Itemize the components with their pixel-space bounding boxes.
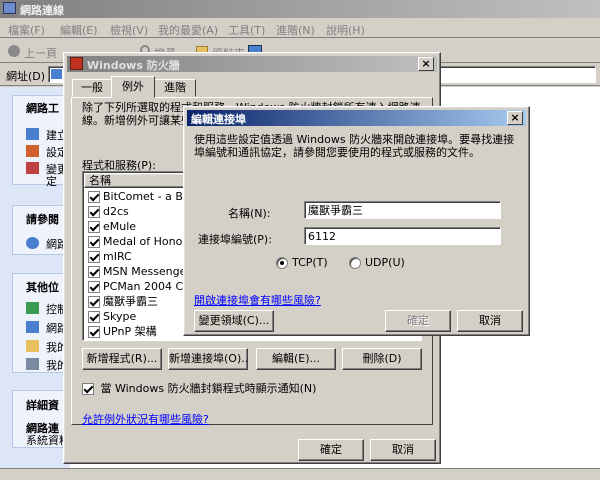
edit-port-dialog: 編輯連接埠 × 使用這些設定值透過 Windows 防火牆來開啟連接埠。要尋找連… [183, 106, 530, 336]
see-also-title: 請參閱 [26, 213, 59, 226]
tab-advanced[interactable]: 進階 [154, 79, 196, 97]
tab-advanced-label: 進階 [164, 81, 186, 94]
network-tasks-title: 網路工 [26, 102, 59, 115]
port-input[interactable]: 6112 [304, 227, 501, 245]
program-name: 魔獸爭霸三 [103, 295, 158, 308]
create-connection-icon[interactable] [26, 128, 39, 140]
status-bar [0, 468, 600, 480]
program-checkbox[interactable] [88, 236, 100, 248]
menu-favorites[interactable]: 我的最愛(A) [158, 22, 218, 38]
change-scope-button[interactable]: 變更領域(C)... [194, 310, 274, 332]
notify-label: 當 Windows 防火牆封鎖程式時顯示通知(N) [100, 382, 317, 395]
address-label: 網址(D) [6, 70, 46, 83]
my-documents-icon[interactable] [26, 340, 39, 352]
edit-port-cancel-button[interactable]: 取消 [457, 310, 523, 332]
program-name: mIRC [103, 250, 132, 263]
edit-port-ok-button[interactable]: 確定 [385, 310, 451, 332]
edit-port-titlebar: 編輯連接埠 [187, 110, 526, 126]
edit-port-cancel-label: 取消 [479, 314, 501, 327]
explorer-titlebar: 網路連線 [0, 0, 600, 18]
menu-file[interactable]: 檔案(F) [8, 22, 45, 38]
network-places-icon[interactable] [26, 321, 39, 333]
program-name: UPnP 架構 [103, 325, 157, 338]
control-panel-icon[interactable] [26, 302, 39, 314]
details-title: 詳細資 [26, 399, 59, 412]
network-troubleshoot-icon[interactable] [26, 237, 39, 249]
edit-label: 編輯(E)... [271, 352, 321, 365]
tab-general-label: 一般 [81, 81, 103, 94]
tab-exceptions[interactable]: 例外 [111, 76, 155, 98]
explorer-title: 網路連線 [20, 4, 64, 17]
other-places-title: 其他位 [26, 281, 59, 294]
setup-icon[interactable] [26, 145, 39, 157]
window-icon [3, 2, 16, 14]
udp-label[interactable]: UDP(U) [365, 256, 405, 269]
menu-advanced[interactable]: 進階(N) [276, 22, 315, 38]
program-checkbox[interactable] [88, 266, 100, 278]
add-program-button[interactable]: 新增程式(R)... [82, 348, 162, 370]
program-checkbox[interactable] [88, 326, 100, 338]
menu-tools[interactable]: 工具(T) [228, 22, 265, 38]
program-checkbox[interactable] [88, 311, 100, 323]
name-input[interactable]: 魔獸爭霸三 [304, 201, 501, 219]
firewall-ok-label: 確定 [320, 443, 342, 456]
change-scope-label: 變更領域(C)... [198, 314, 270, 327]
tcp-label[interactable]: TCP(T) [292, 256, 328, 269]
firewall-title: Windows 防火牆 [87, 59, 180, 72]
program-checkbox[interactable] [88, 296, 100, 308]
add-port-label: 新增連接埠(O)... [169, 352, 248, 365]
explorer-menubar: 檔案(F) 編輯(E) 檢視(V) 我的最愛(A) 工具(T) 進階(N) 說明… [0, 18, 600, 38]
udp-radio[interactable] [349, 257, 361, 269]
firewall-cancel-label: 取消 [392, 443, 414, 456]
edit-port-description: 使用這些設定值透過 Windows 防火牆來開啟連接埠。要尋找連接埠編號和通訊協… [194, 133, 515, 159]
program-checkbox[interactable] [88, 206, 100, 218]
tab-exceptions-label: 例外 [122, 80, 144, 93]
task-change-2[interactable]: 定 [46, 173, 57, 189]
edit-button[interactable]: 編輯(E)... [256, 348, 336, 370]
notify-checkbox[interactable] [82, 383, 94, 395]
back-label[interactable]: 上一頁 [24, 45, 57, 61]
program-name: d2cs [103, 205, 129, 218]
menu-help[interactable]: 說明(H) [326, 22, 365, 38]
notify-checkbox-row[interactable]: 當 Windows 防火牆封鎖程式時顯示通知(N) [82, 380, 316, 396]
firewall-ok-button[interactable]: 確定 [298, 439, 364, 461]
add-port-button[interactable]: 新增連接埠(O)... [168, 348, 248, 370]
program-name: eMule [103, 220, 137, 233]
list-header-name: 名稱 [89, 174, 111, 187]
delete-button[interactable]: 刪除(D) [342, 348, 422, 370]
name-label: 名稱(N): [228, 207, 271, 220]
edit-port-ok-label: 確定 [407, 314, 429, 327]
firewall-titlebar: Windows 防火牆 [67, 56, 437, 72]
firewall-icon [70, 57, 83, 70]
change-settings-icon[interactable] [26, 162, 39, 174]
my-computer-icon[interactable] [26, 358, 39, 370]
program-name: Skype [103, 310, 137, 323]
program-checkbox[interactable] [88, 281, 100, 293]
exceptions-risk-link[interactable]: 允許例外狀況有哪些風險? [82, 411, 209, 427]
program-checkbox[interactable] [88, 191, 100, 203]
delete-label: 刪除(D) [362, 352, 402, 365]
edit-port-title: 編輯連接埠 [191, 113, 246, 126]
tab-general[interactable]: 一般 [72, 79, 112, 97]
menu-edit[interactable]: 編輯(E) [60, 22, 98, 38]
firewall-cancel-button[interactable]: 取消 [370, 439, 436, 461]
menu-view[interactable]: 檢視(V) [110, 22, 148, 38]
program-checkbox[interactable] [88, 221, 100, 233]
port-label: 連接埠編號(P): [198, 233, 272, 246]
edit-port-close-button[interactable]: × [507, 111, 523, 125]
add-program-label: 新增程式(R)... [86, 352, 158, 365]
firewall-close-button[interactable]: × [418, 57, 434, 71]
open-port-risk-link[interactable]: 開啟連接埠會有哪些風險? [194, 292, 321, 308]
tcp-radio[interactable] [276, 257, 288, 269]
back-arrow-icon[interactable] [8, 45, 20, 57]
network-icon [51, 69, 62, 79]
program-checkbox[interactable] [88, 251, 100, 263]
